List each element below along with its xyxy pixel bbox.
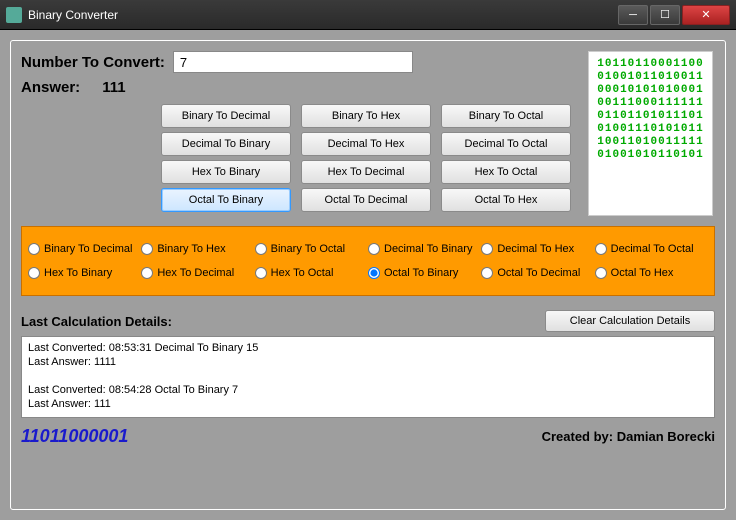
minimize-button[interactable]: ─ (618, 5, 648, 25)
radio-input[interactable] (141, 243, 153, 255)
window-title: Binary Converter (28, 8, 616, 22)
radio-hex-to-octal[interactable]: Hex To Octal (255, 267, 368, 279)
main-panel: Number To Convert: Answer: 111 Binary To… (10, 40, 726, 510)
radio-label: Octal To Binary (384, 267, 458, 279)
radio-input[interactable] (141, 267, 153, 279)
radio-input[interactable] (368, 267, 380, 279)
convert-button-hex-to-decimal[interactable]: Hex To Decimal (301, 160, 431, 184)
button-grid: Binary To Decimal Binary To Hex Binary To … (161, 104, 571, 212)
radio-input[interactable] (255, 243, 267, 255)
calculation-log[interactable]: Last Converted: 08:53:31 Decimal To Bina… (21, 336, 715, 418)
footer-credit: Created by: Damian Borecki (542, 429, 715, 444)
number-input[interactable] (173, 51, 413, 73)
footer: 11011000001 Created by: Damian Borecki (21, 426, 715, 447)
details-header: Last Calculation Details: Clear Calculat… (21, 310, 715, 332)
radio-hex-to-decimal[interactable]: Hex To Decimal (141, 267, 254, 279)
clear-details-button[interactable]: Clear Calculation Details (545, 310, 715, 332)
radio-input[interactable] (368, 243, 380, 255)
convert-button-binary-to-decimal[interactable]: Binary To Decimal (161, 104, 291, 128)
footer-binary: 11011000001 (21, 426, 128, 447)
radio-label: Octal To Decimal (497, 267, 580, 279)
app-icon (6, 7, 22, 23)
radio-label: Decimal To Octal (611, 243, 694, 255)
answer-value: 111 (102, 79, 125, 96)
convert-button-binary-to-hex[interactable]: Binary To Hex (301, 104, 431, 128)
radio-label: Hex To Decimal (157, 267, 234, 279)
convert-button-decimal-to-binary[interactable]: Decimal To Binary (161, 132, 291, 156)
radio-label: Binary To Decimal (44, 243, 132, 255)
radio-octal-to-hex[interactable]: Octal To Hex (595, 267, 708, 279)
radio-label: Octal To Hex (611, 267, 674, 279)
convert-button-octal-to-binary[interactable]: Octal To Binary (161, 188, 291, 212)
radio-label: Decimal To Binary (384, 243, 472, 255)
radio-binary-to-hex[interactable]: Binary To Hex (141, 243, 254, 255)
radio-panel: Binary To Decimal Binary To Hex Binary To … (21, 226, 715, 296)
radio-input[interactable] (595, 267, 607, 279)
radio-label: Hex To Binary (44, 267, 112, 279)
close-button[interactable]: ✕ (682, 5, 730, 25)
radio-input[interactable] (28, 267, 40, 279)
radio-decimal-to-hex[interactable]: Decimal To Hex (481, 243, 594, 255)
maximize-button[interactable]: ☐ (650, 5, 680, 25)
radio-label: Binary To Hex (157, 243, 225, 255)
radio-label: Hex To Octal (271, 267, 334, 279)
radio-input[interactable] (481, 267, 493, 279)
convert-button-octal-to-decimal[interactable]: Octal To Decimal (301, 188, 431, 212)
radio-input[interactable] (28, 243, 40, 255)
answer-label: Answer: (21, 79, 80, 96)
binary-art-panel: 1011011000110001001011010011000101010100… (588, 51, 713, 216)
titlebar: Binary Converter ─ ☐ ✕ (0, 0, 736, 30)
radio-hex-to-binary[interactable]: Hex To Binary (28, 267, 141, 279)
convert-button-decimal-to-hex[interactable]: Decimal To Hex (301, 132, 431, 156)
convert-button-hex-to-binary[interactable]: Hex To Binary (161, 160, 291, 184)
convert-button-binary-to-octal[interactable]: Binary To Octal (441, 104, 571, 128)
radio-binary-to-decimal[interactable]: Binary To Decimal (28, 243, 141, 255)
radio-binary-to-octal[interactable]: Binary To Octal (255, 243, 368, 255)
convert-button-octal-to-hex[interactable]: Octal To Hex (441, 188, 571, 212)
radio-input[interactable] (595, 243, 607, 255)
radio-label: Decimal To Hex (497, 243, 574, 255)
radio-octal-to-binary[interactable]: Octal To Binary (368, 267, 481, 279)
convert-button-hex-to-octal[interactable]: Hex To Octal (441, 160, 571, 184)
details-label: Last Calculation Details: (21, 314, 172, 329)
input-label: Number To Convert: (21, 54, 165, 71)
radio-input[interactable] (255, 267, 267, 279)
radio-input[interactable] (481, 243, 493, 255)
radio-decimal-to-octal[interactable]: Decimal To Octal (595, 243, 708, 255)
radio-label: Binary To Octal (271, 243, 345, 255)
client-area: Number To Convert: Answer: 111 Binary To… (0, 30, 736, 520)
radio-octal-to-decimal[interactable]: Octal To Decimal (481, 267, 594, 279)
radio-decimal-to-binary[interactable]: Decimal To Binary (368, 243, 481, 255)
convert-button-decimal-to-octal[interactable]: Decimal To Octal (441, 132, 571, 156)
